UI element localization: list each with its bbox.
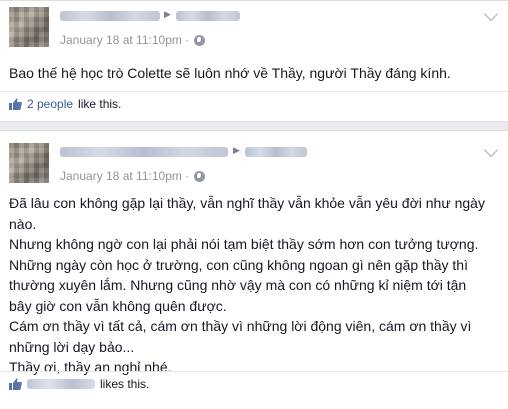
likes-summary: likes this.	[9, 377, 149, 391]
post: ▶ January 18 at 11:10pm · Bao thế hệ học…	[0, 0, 508, 122]
avatar[interactable]	[9, 7, 49, 47]
divider	[0, 371, 508, 372]
target-name-blurred[interactable]	[245, 147, 307, 157]
author-name-blurred[interactable]	[60, 11, 160, 21]
globe-icon[interactable]	[193, 170, 205, 182]
globe-icon[interactable]	[193, 34, 205, 46]
share-arrow-icon: ▶	[233, 145, 240, 155]
separator: ·	[184, 169, 189, 183]
chevron-down-icon[interactable]	[483, 142, 499, 158]
post-meta: January 18 at 11:10pm ·	[60, 33, 205, 47]
thumbs-up-icon	[9, 378, 22, 390]
divider	[0, 91, 508, 92]
separator: ·	[184, 33, 189, 47]
timestamp[interactable]: January 18 at 11:10pm	[60, 33, 182, 47]
target-name-blurred[interactable]	[176, 11, 240, 21]
likes-summary: 2 people like this.	[9, 97, 121, 111]
chevron-down-icon[interactable]	[483, 6, 499, 22]
post-body: Đã lâu con không gặp lại thầy, vẫn nghĩ …	[9, 195, 485, 375]
thumbs-up-icon	[9, 98, 22, 110]
author-name-blurred[interactable]	[60, 147, 228, 157]
post-meta: January 18 at 11:10pm ·	[60, 169, 205, 183]
avatar[interactable]	[9, 143, 49, 183]
likes-tail: likes this.	[100, 377, 150, 391]
share-arrow-icon: ▶	[164, 9, 171, 19]
liker-name-blurred[interactable]	[27, 379, 95, 389]
likes-tail: like this.	[78, 97, 122, 111]
timestamp[interactable]: January 18 at 11:10pm	[60, 169, 182, 183]
post-body: Bao thế hệ học trò Colette sẽ luôn nhớ v…	[9, 65, 451, 81]
likes-count-link[interactable]: 2 people	[27, 97, 73, 111]
post: ▶ January 18 at 11:10pm · Đã lâu con khô…	[0, 130, 508, 409]
